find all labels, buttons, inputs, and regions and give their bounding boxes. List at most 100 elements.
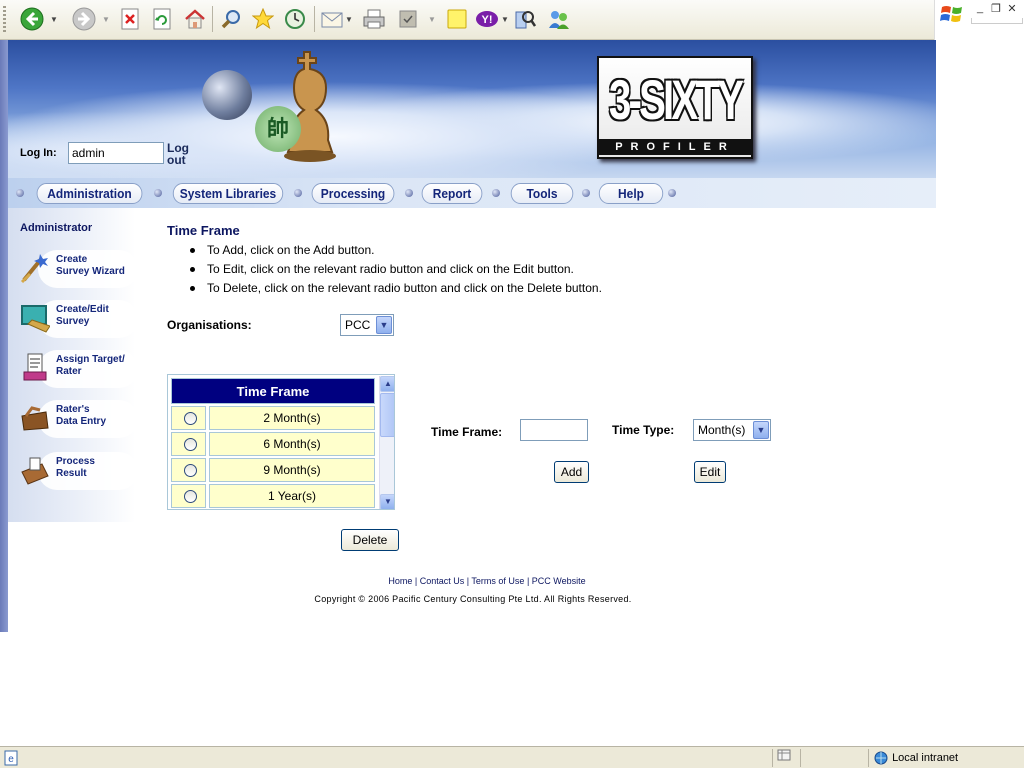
messenger-button[interactable] [546, 6, 572, 32]
restore-button[interactable]: ❐ [989, 2, 1003, 15]
windows-logo-icon [940, 6, 962, 22]
row-radio[interactable] [184, 412, 197, 425]
page-left-border [0, 40, 8, 632]
logout-link[interactable]: Log out [167, 142, 193, 166]
yahoo-dropdown-icon[interactable]: ▼ [501, 15, 509, 24]
research-button[interactable] [512, 6, 538, 32]
close-button[interactable]: ✕ [1005, 2, 1019, 15]
chevron-down-icon: ▼ [753, 421, 769, 439]
history-button[interactable] [282, 6, 308, 32]
back-dropdown-icon[interactable]: ▼ [48, 6, 60, 32]
sidebar-item-process-result[interactable]: Process Result [16, 448, 138, 494]
footer-link-website[interactable]: PCC Website [532, 576, 586, 586]
toolbar-separator [314, 6, 315, 32]
table-row: 9 Month(s) [171, 458, 375, 482]
nav-dot [154, 189, 162, 197]
row-radio[interactable] [184, 438, 197, 451]
search-button[interactable] [218, 6, 244, 32]
nav-system-libraries[interactable]: System Libraries [172, 183, 284, 204]
footer-link-home[interactable]: Home [388, 576, 412, 586]
mail-button[interactable]: ▼ [320, 6, 354, 32]
table-row: 1 Year(s) [171, 484, 375, 508]
edit-button[interactable]: Edit [694, 461, 726, 483]
label-line: Data Entry [56, 416, 107, 427]
label-line: Result [56, 468, 87, 479]
time-type-value: Month(s) [698, 423, 746, 437]
footer-link-contact[interactable]: Contact Us [420, 576, 465, 586]
app-logo: 3-SIXTY PROFILER [597, 56, 753, 159]
forward-button[interactable] [70, 6, 98, 32]
favorites-button[interactable] [250, 6, 276, 32]
row-radio-cell [171, 458, 206, 482]
nav-help[interactable]: Help [598, 183, 664, 204]
time-type-select[interactable]: Month(s) ▼ [693, 419, 771, 441]
yahoo-button[interactable]: Y! ▼ [474, 6, 510, 32]
sidebar-item-label: Assign Target/Rater [56, 354, 125, 378]
process-icon [21, 457, 49, 485]
add-button[interactable]: Add [554, 461, 589, 483]
survey-board-icon [21, 305, 50, 333]
toolbar-grip [3, 6, 6, 32]
label-line: Create/Edit [56, 304, 109, 315]
time-frame-table: Time Frame 2 Month(s) 6 Month(s) 9 Month… [167, 374, 395, 510]
row-value: 6 Month(s) [209, 432, 375, 456]
table-scrollbar[interactable]: ▲ ▼ [379, 376, 394, 509]
organisations-value: PCC [345, 318, 371, 332]
back-button[interactable] [18, 6, 46, 32]
copyright-text: Copyright © 2006 Pacific Century Consult… [314, 594, 632, 604]
window-controls: _ ❐ ✕ [934, 0, 1024, 40]
home-button[interactable] [182, 6, 208, 32]
mail-icon [321, 12, 343, 28]
label-line: Process [56, 456, 95, 467]
admin-sidebar: Administrator Create Survey Wizard Create… [8, 208, 138, 522]
note-button[interactable] [444, 6, 470, 32]
row-radio[interactable] [184, 464, 197, 477]
table-row: 6 Month(s) [171, 432, 375, 456]
edit-dropdown-icon[interactable]: ▼ [426, 6, 438, 32]
row-radio[interactable] [184, 490, 197, 503]
address-strip [971, 18, 1023, 24]
refresh-button[interactable] [150, 6, 174, 32]
scroll-up-icon[interactable]: ▲ [380, 376, 394, 392]
label-line: Survey [56, 316, 90, 327]
sidebar-item-create-edit-survey[interactable]: Create/Edit Survey [16, 296, 138, 342]
nav-administration[interactable]: Administration [36, 183, 143, 204]
logo-badge: 帥 [255, 106, 301, 152]
organisations-select[interactable]: PCC ▼ [340, 314, 394, 336]
home-icon [185, 9, 205, 29]
status-panel [800, 749, 868, 767]
minimize-button[interactable]: _ [973, 2, 987, 14]
print-button[interactable] [360, 6, 388, 32]
nav-report[interactable]: Report [421, 183, 483, 204]
star-icon [252, 8, 274, 30]
organisations-label: Organisations: [167, 318, 252, 332]
edit-button[interactable] [396, 6, 420, 32]
search-icon [221, 10, 240, 29]
row-radio-cell [171, 406, 206, 430]
yahoo-icon: Y! [476, 11, 499, 27]
nav-tools[interactable]: Tools [510, 183, 574, 204]
sidebar-item-assign-target-rater[interactable]: Assign Target/Rater [16, 346, 138, 392]
mail-dropdown-icon[interactable]: ▼ [345, 15, 353, 24]
messenger-icon [549, 11, 569, 29]
stop-button[interactable] [118, 6, 142, 32]
footer-link-terms[interactable]: Terms of Use [471, 576, 524, 586]
sidebar-item-label: Create/Edit Survey [56, 304, 109, 328]
nav-processing[interactable]: Processing [311, 183, 395, 204]
label-line: Survey Wizard [56, 266, 125, 277]
forward-dropdown-icon[interactable]: ▼ [100, 6, 112, 32]
username-input[interactable] [68, 142, 164, 164]
instruction-item: To Edit, click on the relevant radio but… [189, 260, 602, 279]
sidebar-item-label: Process Result [56, 456, 95, 480]
delete-button[interactable]: Delete [341, 529, 399, 551]
scroll-down-icon[interactable]: ▼ [380, 494, 394, 509]
scroll-thumb[interactable] [380, 393, 394, 437]
note-icon [447, 9, 467, 29]
sidebar-item-create-survey-wizard[interactable]: Create Survey Wizard [16, 246, 138, 292]
status-panel [772, 749, 800, 767]
instruction-item: To Add, click on the Add button. [189, 241, 602, 260]
sidebar-item-raters-data-entry[interactable]: Rater's Data Entry [16, 396, 138, 442]
stop-icon [121, 8, 139, 30]
label-line: Create [56, 254, 88, 265]
time-frame-input[interactable] [520, 419, 588, 441]
